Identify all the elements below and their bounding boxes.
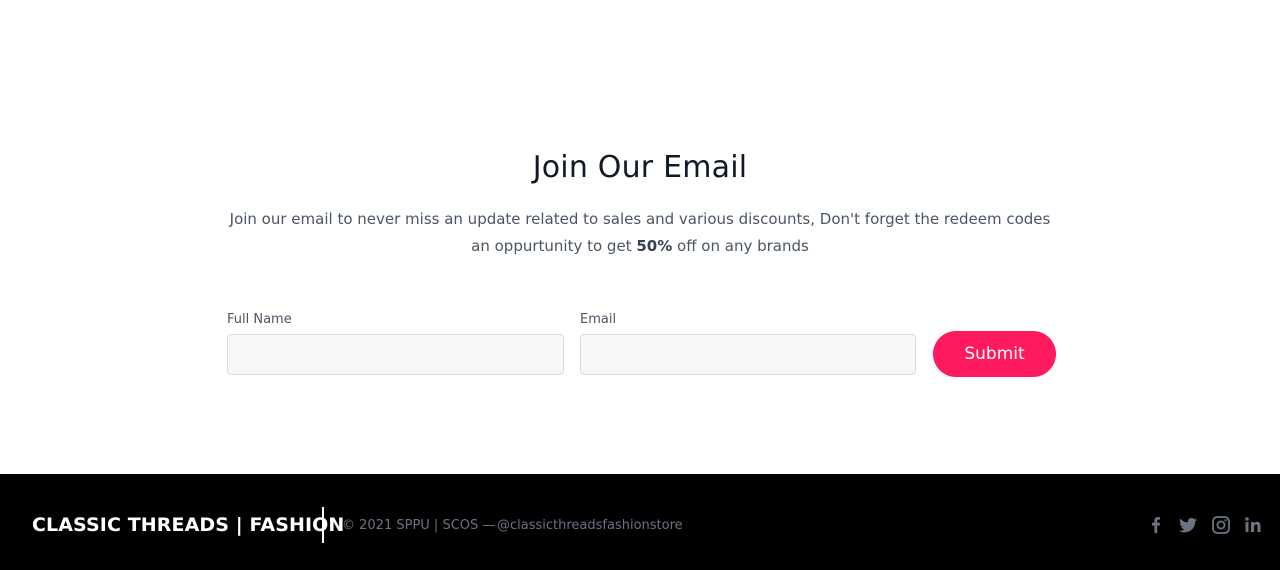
- submit-button[interactable]: Submit: [933, 331, 1056, 377]
- footer-divider: [322, 507, 324, 543]
- copyright-text: © 2021 SPPU | SCOS —: [342, 518, 496, 533]
- email-label: Email: [580, 312, 617, 327]
- full-name-label: Full Name: [227, 312, 292, 327]
- description-text-end: off on any brands: [672, 237, 809, 255]
- full-name-input[interactable]: [227, 334, 564, 375]
- page: Join Our Email Join our email to never m…: [0, 0, 1280, 570]
- social-handle-link[interactable]: @classicthreadsfashionstore: [497, 518, 683, 533]
- instagram-icon[interactable]: [1211, 515, 1231, 535]
- twitter-icon[interactable]: [1178, 515, 1198, 535]
- linkedin-icon[interactable]: [1243, 515, 1263, 535]
- footer-brand: CLASSIC THREADS | FASHION: [32, 514, 345, 536]
- section-title: Join Our Email: [532, 150, 748, 185]
- section-description: Join our email to never miss an update r…: [220, 206, 1060, 260]
- facebook-icon[interactable]: [1146, 515, 1166, 535]
- email-input[interactable]: [580, 334, 916, 375]
- footer: CLASSIC THREADS | FASHION © 2021 SPPU | …: [0, 474, 1280, 570]
- email-signup-section: Join Our Email Join our email to never m…: [0, 0, 1280, 474]
- discount-highlight: 50%: [636, 237, 673, 255]
